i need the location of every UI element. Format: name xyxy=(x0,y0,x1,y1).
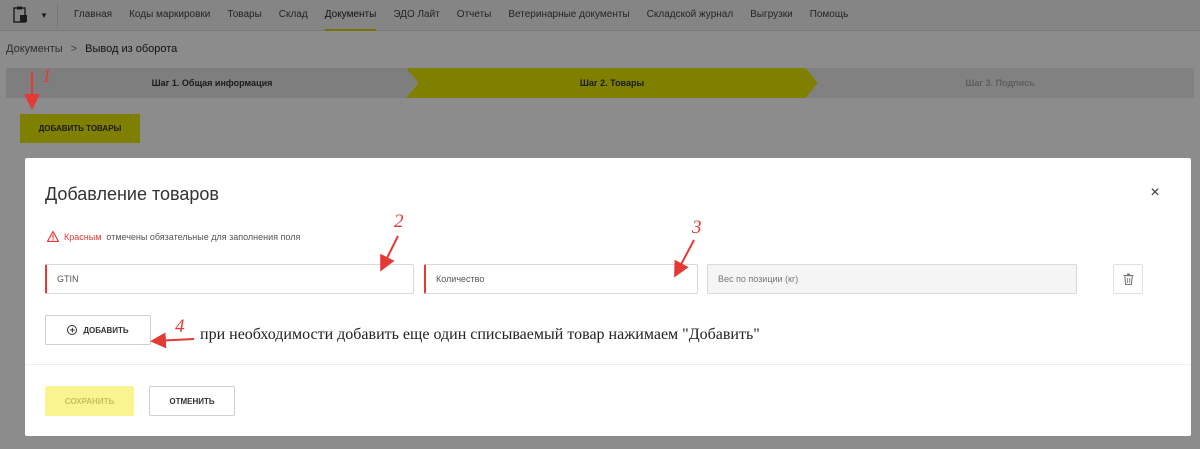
quantity-input[interactable]: Количество xyxy=(424,264,698,294)
required-note-text: отмечены обязательные для заполнения пол… xyxy=(106,231,301,242)
modal-title: Добавление товаров xyxy=(45,184,219,204)
gtin-input[interactable]: GTIN xyxy=(45,264,414,294)
add-row-label: ДОБАВИТЬ xyxy=(83,325,129,335)
required-note: Красным отмечены обязательные для заполн… xyxy=(47,231,300,242)
cancel-button[interactable]: ОТМЕНИТЬ xyxy=(149,386,235,416)
save-button: СОХРАНИТЬ xyxy=(45,386,134,416)
modal-divider xyxy=(25,364,1191,365)
annotation-note: при необходимости добавить еще один спис… xyxy=(200,326,760,343)
warning-icon xyxy=(47,231,59,242)
plus-circle-icon: + xyxy=(67,325,78,335)
required-note-red: Красным xyxy=(64,231,102,242)
delete-row-button[interactable] xyxy=(1113,264,1143,294)
close-icon[interactable]: × xyxy=(1147,185,1163,201)
weight-input: Вес по позиции (кг) xyxy=(707,264,1077,294)
trash-icon xyxy=(1123,273,1133,285)
add-goods-modal: Добавление товаров × Красным отмечены об… xyxy=(25,158,1191,436)
add-row-button[interactable]: + ДОБАВИТЬ xyxy=(45,315,151,345)
